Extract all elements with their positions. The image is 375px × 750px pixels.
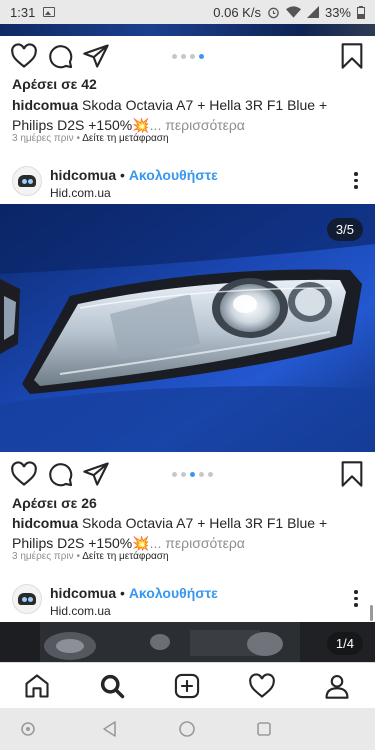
carousel-dot xyxy=(172,54,177,59)
engine-bay-photo xyxy=(0,622,375,662)
comment-icon[interactable] xyxy=(46,460,74,488)
status-bar: 1:31 0.06 K/s 33% xyxy=(0,0,375,24)
search-icon[interactable] xyxy=(98,672,126,700)
post-username[interactable]: hidcomua xyxy=(50,585,116,601)
post-username[interactable]: hidcomua xyxy=(50,167,116,183)
post-time: 3 ημέρες πριν xyxy=(12,551,74,562)
network-speed: 0.06 K/s xyxy=(213,4,261,20)
post-header: hidcomua • Ακολουθήστε Hid.com.ua xyxy=(0,158,375,204)
share-icon[interactable] xyxy=(82,460,110,488)
post-caption: hidcomua Skoda Octavia A7 + Hella 3R F1 … xyxy=(12,513,367,553)
carousel-dot-active xyxy=(199,54,204,59)
share-icon[interactable] xyxy=(82,42,110,70)
post-header-title: hidcomua • Ακολουθήστε xyxy=(50,585,218,601)
scrollbar[interactable] xyxy=(370,605,373,621)
caption-username[interactable]: hidcomua xyxy=(12,515,78,531)
signal-icon xyxy=(306,6,319,18)
more-options-icon[interactable] xyxy=(353,172,359,190)
translate-link[interactable]: Δείτε τη μετάφραση xyxy=(82,133,168,144)
post-meta: 3 ημέρες πριν • Δείτε τη μετάφραση xyxy=(12,133,169,144)
profile-icon[interactable] xyxy=(323,672,351,700)
carousel-indicator xyxy=(172,472,213,477)
home-button-icon[interactable] xyxy=(177,719,197,739)
bookmark-icon[interactable] xyxy=(338,42,366,70)
new-post-icon[interactable] xyxy=(173,672,201,700)
bookmark-icon[interactable] xyxy=(338,460,366,488)
battery-level: 33% xyxy=(324,4,351,20)
likes-count[interactable]: Αρέσει σε 26 xyxy=(12,495,97,511)
likes-count[interactable]: Αρέσει σε 42 xyxy=(12,76,97,92)
system-navigation-bar xyxy=(0,708,375,750)
post-photo[interactable]: 1/4 xyxy=(0,622,375,662)
post-caption: hidcomua Skoda Octavia A7 + Hella 3R F1 … xyxy=(12,95,367,135)
avatar[interactable] xyxy=(12,166,42,196)
meta-separator: • xyxy=(73,133,83,144)
carousel-dot xyxy=(190,54,195,59)
activity-heart-icon[interactable] xyxy=(248,672,276,700)
translate-link[interactable]: Δείτε τη μετάφραση xyxy=(82,551,168,562)
carousel-dot xyxy=(208,472,213,477)
post-meta: 3 ημέρες πριν • Δείτε τη μετάφραση xyxy=(12,551,169,562)
headlight-photo xyxy=(0,204,375,452)
post-header: hidcomua • Ακολουθήστε Hid.com.ua xyxy=(0,576,375,622)
carousel-dot xyxy=(172,472,177,477)
post-time: 3 ημέρες πριν xyxy=(12,133,74,144)
previous-post-photo[interactable] xyxy=(0,24,375,36)
post-photo[interactable]: 3/5 xyxy=(0,204,375,452)
gallery-notification-icon xyxy=(43,7,56,17)
photo-counter: 3/5 xyxy=(326,218,363,241)
like-heart-icon[interactable] xyxy=(10,42,38,70)
carousel-dot xyxy=(181,54,186,59)
post-location[interactable]: Hid.com.ua xyxy=(50,604,111,618)
post-header-title: hidcomua • Ακολουθήστε xyxy=(50,167,218,183)
avatar[interactable] xyxy=(12,584,42,614)
alarm-icon xyxy=(268,7,279,18)
wifi-icon xyxy=(285,6,301,18)
status-time: 1:31 xyxy=(10,4,36,20)
caption-more-link[interactable]: ... περισσότερα xyxy=(150,535,245,551)
home-icon[interactable] xyxy=(23,672,51,700)
comment-icon[interactable] xyxy=(46,42,74,70)
carousel-dot xyxy=(199,472,204,477)
header-separator: • xyxy=(116,585,129,601)
battery-icon xyxy=(357,5,365,19)
carousel-indicator xyxy=(172,54,204,59)
caption-username[interactable]: hidcomua xyxy=(12,97,78,113)
post-actions xyxy=(0,460,375,500)
assistant-dot-icon[interactable] xyxy=(18,719,38,739)
bottom-navigation xyxy=(0,662,375,708)
photo-counter: 1/4 xyxy=(326,632,363,655)
carousel-dot-active xyxy=(190,472,195,477)
follow-button[interactable]: Ακολουθήστε xyxy=(129,585,218,601)
follow-button[interactable]: Ακολουθήστε xyxy=(129,167,218,183)
more-options-icon[interactable] xyxy=(353,590,359,608)
post-location[interactable]: Hid.com.ua xyxy=(50,186,111,200)
recents-icon[interactable] xyxy=(254,719,274,739)
header-separator: • xyxy=(116,167,129,183)
like-heart-icon[interactable] xyxy=(10,460,38,488)
caption-more-link[interactable]: ... περισσότερα xyxy=(150,117,245,133)
back-icon[interactable] xyxy=(100,719,120,739)
meta-separator: • xyxy=(73,551,83,562)
carousel-dot xyxy=(181,472,186,477)
